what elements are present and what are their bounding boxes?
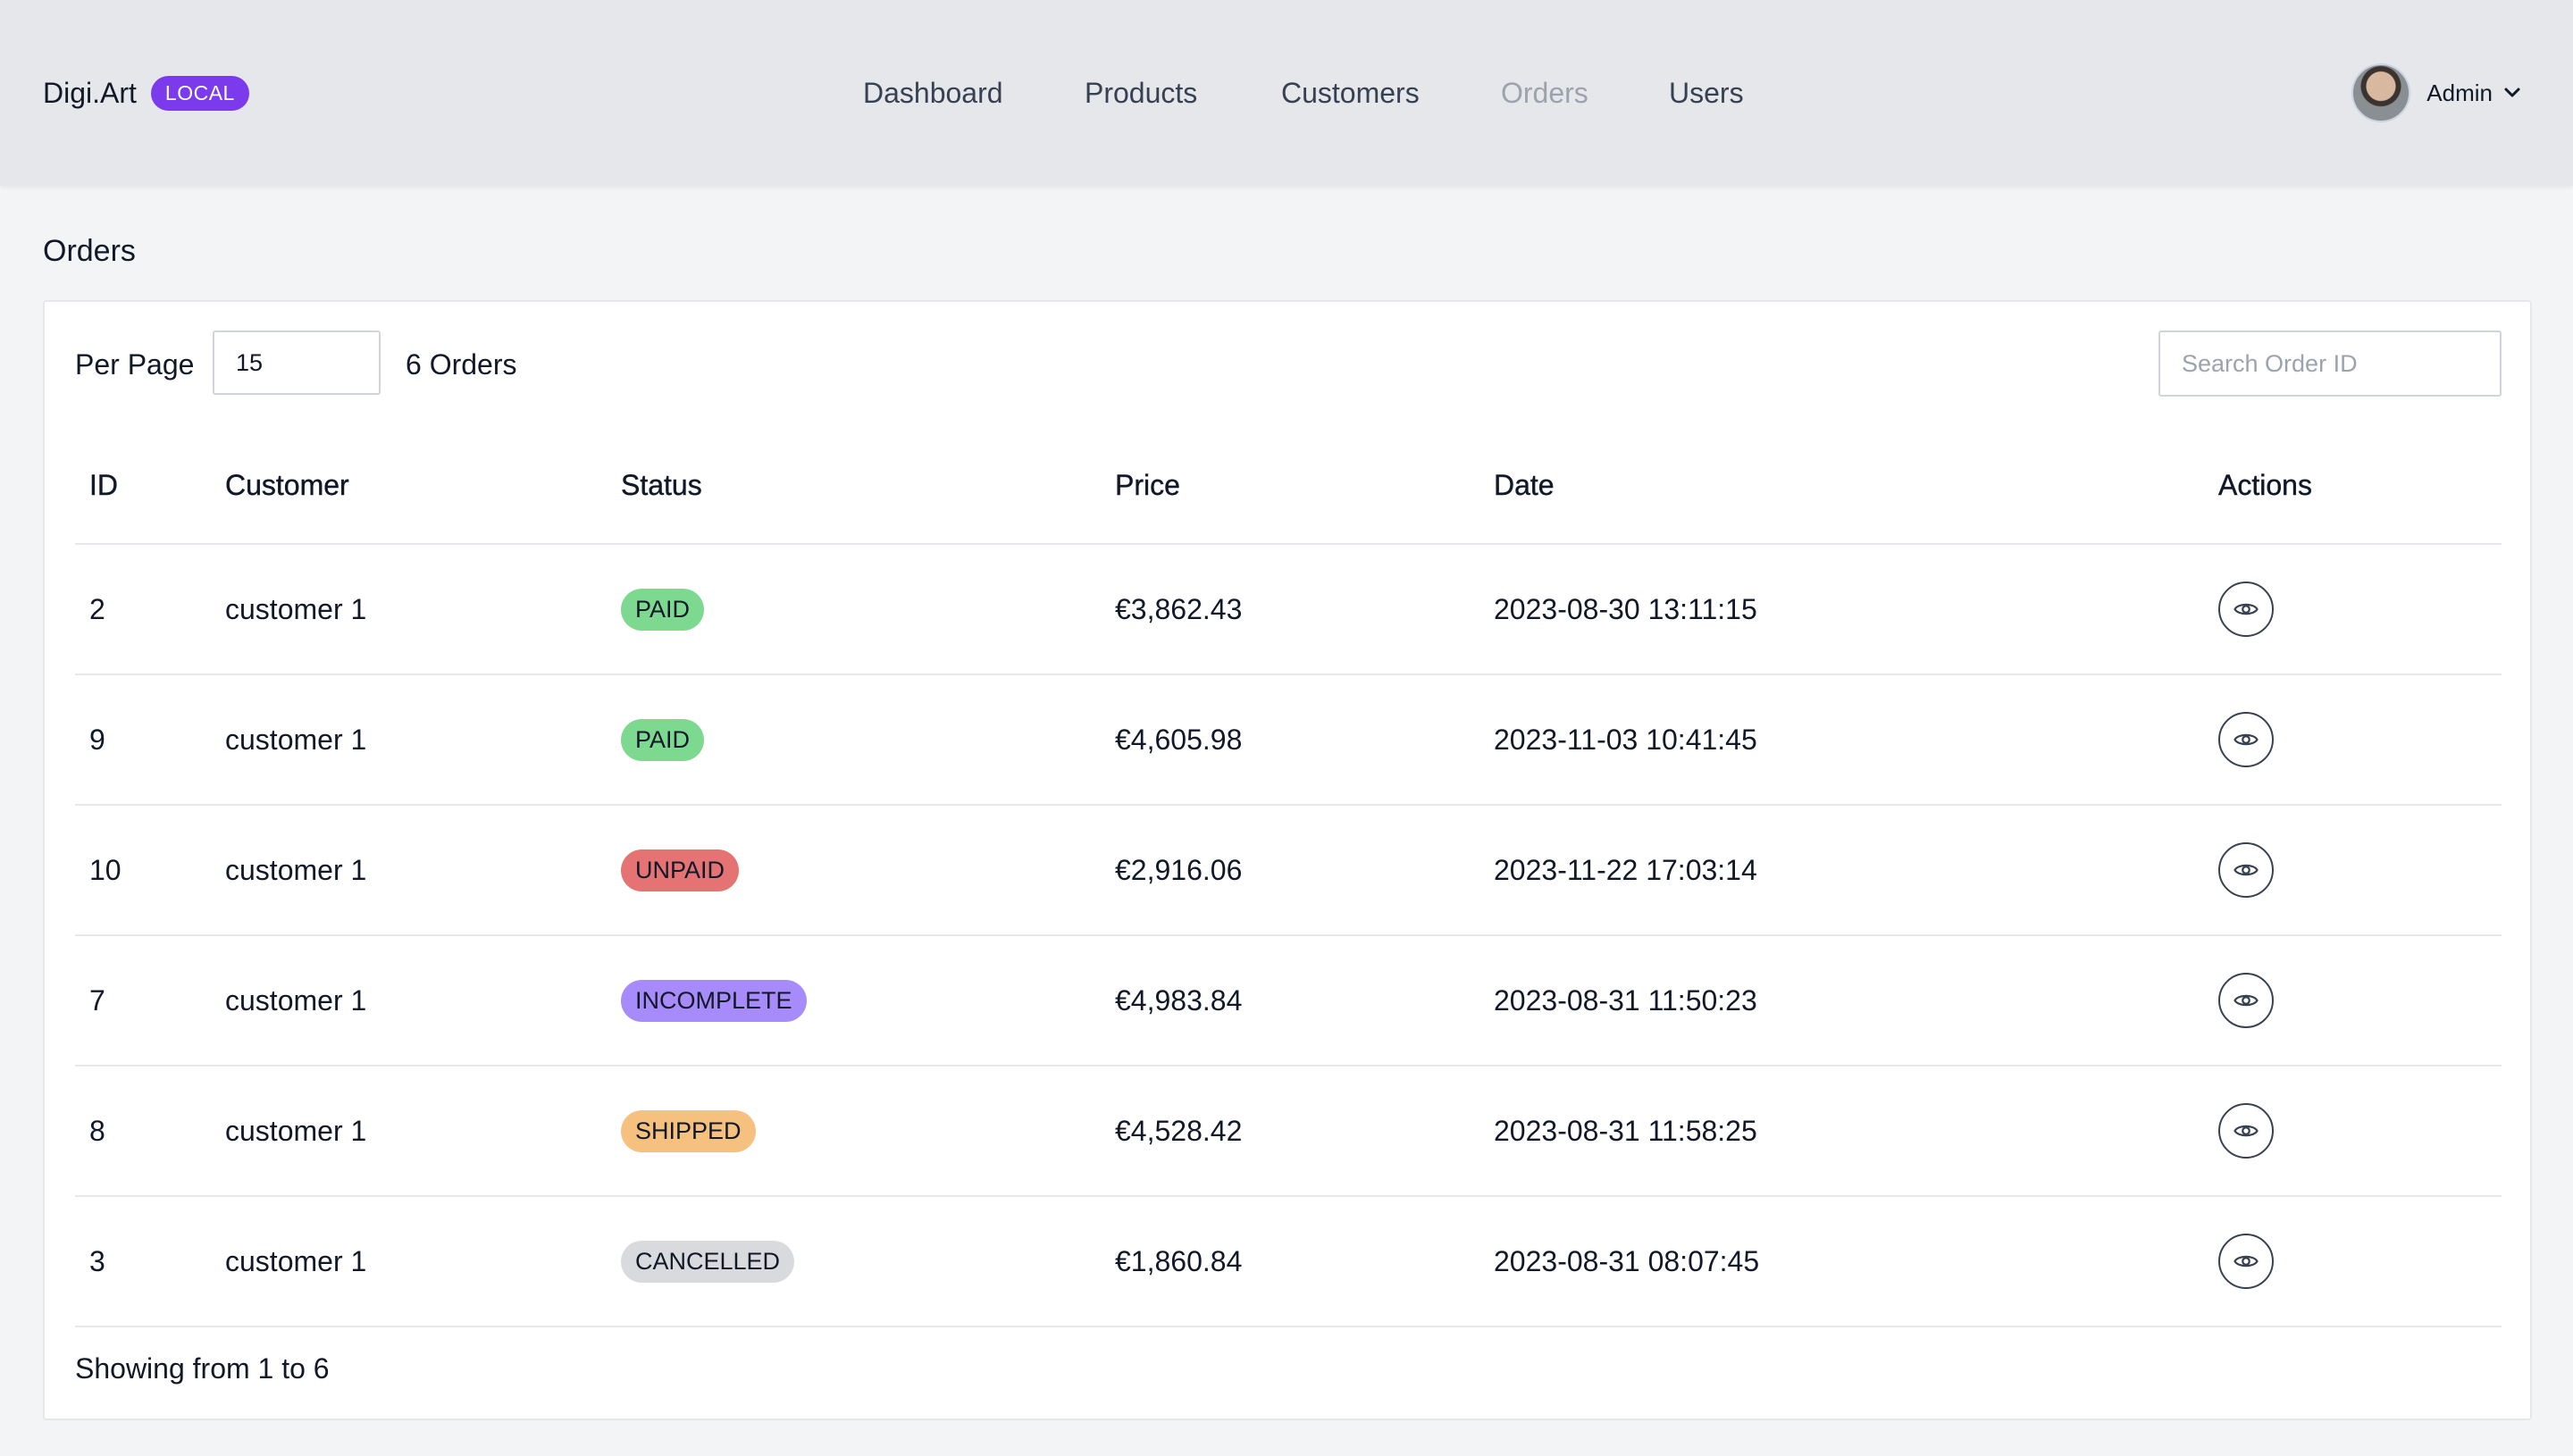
top-navbar: Digi.Art LOCAL Dashboard Products Custom…: [0, 0, 2573, 186]
order-customer: customer 1: [211, 935, 607, 1067]
view-order-button[interactable]: [2218, 1234, 2274, 1289]
status-badge: UNPAID: [621, 849, 740, 891]
order-id: 3: [75, 1196, 211, 1327]
column-header-customer[interactable]: Customer: [211, 427, 607, 545]
main-nav: Dashboard Products Customers Orders User…: [0, 73, 2573, 113]
eye-icon: [2234, 1255, 2259, 1268]
column-header-actions: Actions: [2204, 427, 2502, 545]
view-order-button[interactable]: [2218, 582, 2274, 637]
order-customer: customer 1: [211, 805, 607, 936]
nav-item-users[interactable]: Users: [1669, 73, 1744, 113]
order-price: €1,860.84: [1101, 1196, 1479, 1327]
search-order-input[interactable]: [2158, 331, 2502, 397]
order-date: 2023-08-31 11:58:25: [1479, 1066, 2204, 1197]
avatar[interactable]: [2351, 63, 2411, 122]
order-date: 2023-11-03 10:41:45: [1479, 674, 2204, 806]
order-customer: customer 1: [211, 1066, 607, 1197]
order-date: 2023-08-31 11:50:23: [1479, 935, 2204, 1067]
order-customer: customer 1: [211, 1196, 607, 1327]
table-row: 2 customer 1 PAID €3,862.43 2023-08-30 1…: [75, 544, 2502, 675]
user-menu[interactable]: Admin: [2351, 63, 2523, 122]
order-price: €4,528.42: [1101, 1066, 1479, 1197]
view-order-button[interactable]: [2218, 842, 2274, 898]
status-badge: PAID: [621, 718, 705, 761]
eye-icon: [2234, 603, 2259, 615]
chevron-down-icon[interactable]: [2502, 82, 2523, 104]
nav-item-dashboard[interactable]: Dashboard: [863, 73, 1003, 113]
nav-item-products[interactable]: Products: [1085, 73, 1197, 113]
table-row: 9 customer 1 PAID €4,605.98 2023-11-03 1…: [75, 674, 2502, 806]
eye-icon: [2234, 864, 2259, 876]
order-id: 2: [75, 544, 211, 675]
orders-table: ID Customer Status Price Date Actions 2 …: [75, 427, 2502, 1327]
table-row: 3 customer 1 CANCELLED €1,860.84 2023-08…: [75, 1196, 2502, 1327]
eye-icon: [2234, 733, 2259, 746]
order-price: €3,862.43: [1101, 544, 1479, 675]
status-badge: PAID: [621, 588, 705, 631]
order-date: 2023-08-30 13:11:15: [1479, 544, 2204, 675]
view-order-button[interactable]: [2218, 1103, 2274, 1159]
order-customer: customer 1: [211, 544, 607, 675]
orders-count: 6 Orders: [406, 348, 517, 381]
table-row: 8 customer 1 SHIPPED €4,528.42 2023-08-3…: [75, 1066, 2502, 1197]
eye-icon: [2234, 994, 2259, 1007]
order-price: €4,983.84: [1101, 935, 1479, 1067]
page-title: Orders: [43, 234, 136, 268]
order-price: €2,916.06: [1101, 805, 1479, 936]
pagination-info: Showing from 1 to 6: [75, 1352, 330, 1385]
status-badge: CANCELLED: [621, 1240, 795, 1283]
per-page-label: Per Page: [75, 348, 195, 381]
column-header-id[interactable]: ID: [75, 427, 211, 545]
user-name[interactable]: Admin: [2426, 79, 2493, 107]
table-row: 7 customer 1 INCOMPLETE €4,983.84 2023-0…: [75, 935, 2502, 1067]
order-price: €4,605.98: [1101, 674, 1479, 806]
orders-card: Per Page 6 Orders ID Customer Status Pri…: [43, 300, 2532, 1420]
table-row: 10 customer 1 UNPAID €2,916.06 2023-11-2…: [75, 805, 2502, 936]
status-badge: SHIPPED: [621, 1109, 756, 1152]
nav-item-customers[interactable]: Customers: [1281, 73, 1420, 113]
per-page-input[interactable]: [213, 331, 381, 395]
status-badge: INCOMPLETE: [621, 979, 807, 1022]
eye-icon: [2234, 1125, 2259, 1137]
column-header-price[interactable]: Price: [1101, 427, 1479, 545]
nav-item-orders[interactable]: Orders: [1501, 73, 1588, 113]
column-header-status[interactable]: Status: [607, 427, 1101, 545]
view-order-button[interactable]: [2218, 712, 2274, 767]
order-date: 2023-08-31 08:07:45: [1479, 1196, 2204, 1327]
view-order-button[interactable]: [2218, 973, 2274, 1028]
order-id: 8: [75, 1066, 211, 1197]
order-date: 2023-11-22 17:03:14: [1479, 805, 2204, 936]
table-header-row: ID Customer Status Price Date Actions: [75, 427, 2502, 545]
order-id: 10: [75, 805, 211, 936]
order-customer: customer 1: [211, 674, 607, 806]
order-id: 9: [75, 674, 211, 806]
order-id: 7: [75, 935, 211, 1067]
column-header-date[interactable]: Date: [1479, 427, 2204, 545]
